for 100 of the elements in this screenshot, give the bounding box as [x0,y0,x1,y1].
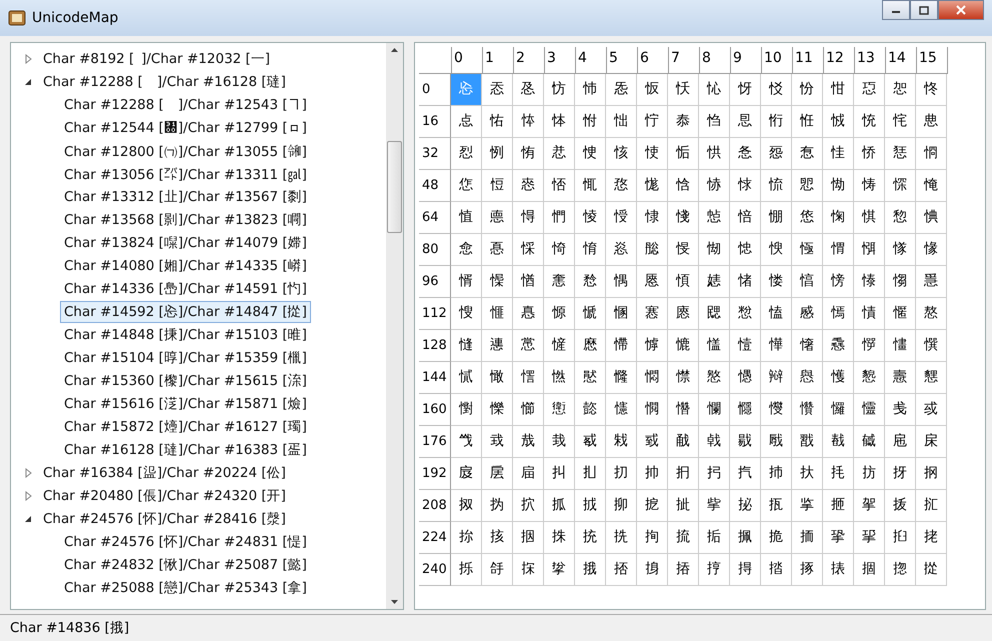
character-cell[interactable]: 㧉 [730,458,761,490]
expand-icon[interactable] [23,490,33,500]
character-cell[interactable]: 㤷 [668,170,699,202]
tree-item[interactable]: Char #13568 [㔀]/Char #13823 [㗿] [60,208,311,230]
character-cell[interactable]: 㤘 [699,106,730,138]
character-cell[interactable]: 㦣 [544,394,575,426]
character-cell[interactable]: 㤴 [575,170,606,202]
character-cell[interactable]: 㦃 [544,330,575,362]
character-cell[interactable]: 㦠 [451,394,482,426]
character-cell[interactable]: 㦇 [668,330,699,362]
character-cell[interactable]: 㤙 [730,106,761,138]
character-cell[interactable]: 㤻 [792,170,823,202]
character-cell[interactable]: 㤄 [575,74,606,106]
character-cell[interactable]: 㦯 [916,394,947,426]
character-cell[interactable]: 㦳 [544,426,575,458]
character-cell[interactable]: 㤰 [451,170,482,202]
character-cell[interactable]: 㥬 [823,266,854,298]
character-cell[interactable]: 㧐 [451,490,482,522]
tree-item[interactable]: Char #15616 [㴀]/Char #15871 [㷿] [60,392,311,414]
character-cell[interactable]: 㧺 [761,554,792,586]
scrollbar[interactable] [386,43,403,609]
character-cell[interactable]: 㦾 [885,426,916,458]
character-cell[interactable]: 㦦 [637,394,668,426]
character-cell[interactable]: 㤇 [668,74,699,106]
character-cell[interactable]: 㦆 [637,330,668,362]
character-cell[interactable]: 㤂 [513,74,544,106]
character-cell[interactable]: 㦭 [854,394,885,426]
character-cell[interactable]: 㦂 [513,330,544,362]
character-cell[interactable]: 㧎 [885,458,916,490]
character-cell[interactable]: 㧁 [482,458,513,490]
tree-item[interactable]: Char #13056 [㌀]/Char #13311 [㏿] [60,162,311,186]
character-cell[interactable]: 㥌 [823,202,854,234]
character-cell[interactable]: 㤖 [637,106,668,138]
character-cell[interactable]: 㤦 [637,138,668,170]
character-cell[interactable]: 㥓 [544,234,575,266]
character-cell[interactable]: 㥪 [761,266,792,298]
character-cell[interactable]: 㦽 [854,426,885,458]
character-cell[interactable]: 㥮 [885,266,916,298]
character-cell[interactable]: 㧷 [668,554,699,586]
character-cell[interactable]: 㥞 [885,234,916,266]
character-cell[interactable]: 㦵 [606,426,637,458]
character-cell[interactable]: 㦐 [451,362,482,394]
character-cell[interactable]: 㧊 [761,458,792,490]
character-cell[interactable]: 㦻 [792,426,823,458]
character-cell[interactable]: 㧹 [730,554,761,586]
character-cell[interactable]: 㤽 [854,170,885,202]
character-cell[interactable]: 㤎 [885,74,916,106]
character-cell[interactable]: 㦖 [637,362,668,394]
character-cell[interactable]: 㥦 [637,266,668,298]
character-cell[interactable]: 㤣 [544,138,575,170]
character-cell[interactable]: 㥴 [575,298,606,330]
character-cell[interactable]: 㤨 [699,138,730,170]
tree-item[interactable]: Char #12800 [㈀]/Char #13055 [㋿] [60,138,311,163]
character-cell[interactable]: 㦉 [730,330,761,362]
character-cell[interactable]: 㦊 [761,330,792,362]
character-cell[interactable]: 㤏 [916,74,947,106]
character-cell[interactable]: 㧵 [606,554,637,586]
character-cell[interactable]: 㧭 [854,522,885,554]
character-cell[interactable]: 㥏 [916,202,947,234]
character-cell[interactable]: 㧱 [482,554,513,586]
character-cell[interactable]: 㥭 [854,266,885,298]
character-cell[interactable]: 㥽 [854,298,885,330]
character-cell[interactable]: 㧸 [699,554,730,586]
scroll-up-icon[interactable] [390,47,399,53]
character-cell[interactable]: 㥷 [668,298,699,330]
character-cell[interactable]: 㦰 [451,426,482,458]
character-cell[interactable]: 㦒 [513,362,544,394]
character-cell[interactable]: 㤞 [885,106,916,138]
character-cell[interactable]: 㤢 [513,138,544,170]
character-cell[interactable]: 㤑 [482,106,513,138]
character-cell[interactable]: 㤪 [761,138,792,170]
character-cell[interactable]: 㤧 [668,138,699,170]
character-cell[interactable]: 㤭 [854,138,885,170]
character-cell[interactable]: 㧠 [451,522,482,554]
character-cell[interactable]: 㤐 [451,106,482,138]
character-cell[interactable]: 㤒 [513,106,544,138]
character-cell[interactable]: 㦬 [823,394,854,426]
character-cell[interactable]: 㥒 [513,234,544,266]
character-cell[interactable]: 㤆 [637,74,668,106]
tree-item[interactable]: Char #15872 [㸀]/Char #16127 [㻿] [60,416,311,438]
tree-item[interactable]: Char #16384 [䀀]/Char #20224 [伀] [39,462,290,484]
character-cell[interactable]: 㥥 [606,266,637,298]
character-cell[interactable]: 㤲 [513,170,544,202]
character-cell[interactable]: 㤬 [823,138,854,170]
character-cell[interactable]: 㤼 [823,170,854,202]
character-cell[interactable]: 㤈 [699,74,730,106]
character-cell[interactable]: 㧟 [916,490,947,522]
tree-item[interactable]: Char #8192 [ ]/Char #12032 [⼀] [39,48,274,70]
character-cell[interactable]: 㦪 [761,394,792,426]
maximize-button[interactable] [910,0,938,20]
character-cell[interactable]: 㤌 [823,74,854,106]
character-cell[interactable]: 㦏 [916,330,947,362]
character-cell[interactable]: 㧛 [792,490,823,522]
character-cell[interactable]: 㦛 [792,362,823,394]
character-cell[interactable]: 㥈 [699,202,730,234]
character-cell[interactable]: 㦎 [885,330,916,362]
character-cell[interactable]: 㧲 [513,554,544,586]
character-cell[interactable]: 㤍 [854,74,885,106]
character-cell[interactable]: 㤩 [730,138,761,170]
character-cell[interactable]: 㧀 [451,458,482,490]
